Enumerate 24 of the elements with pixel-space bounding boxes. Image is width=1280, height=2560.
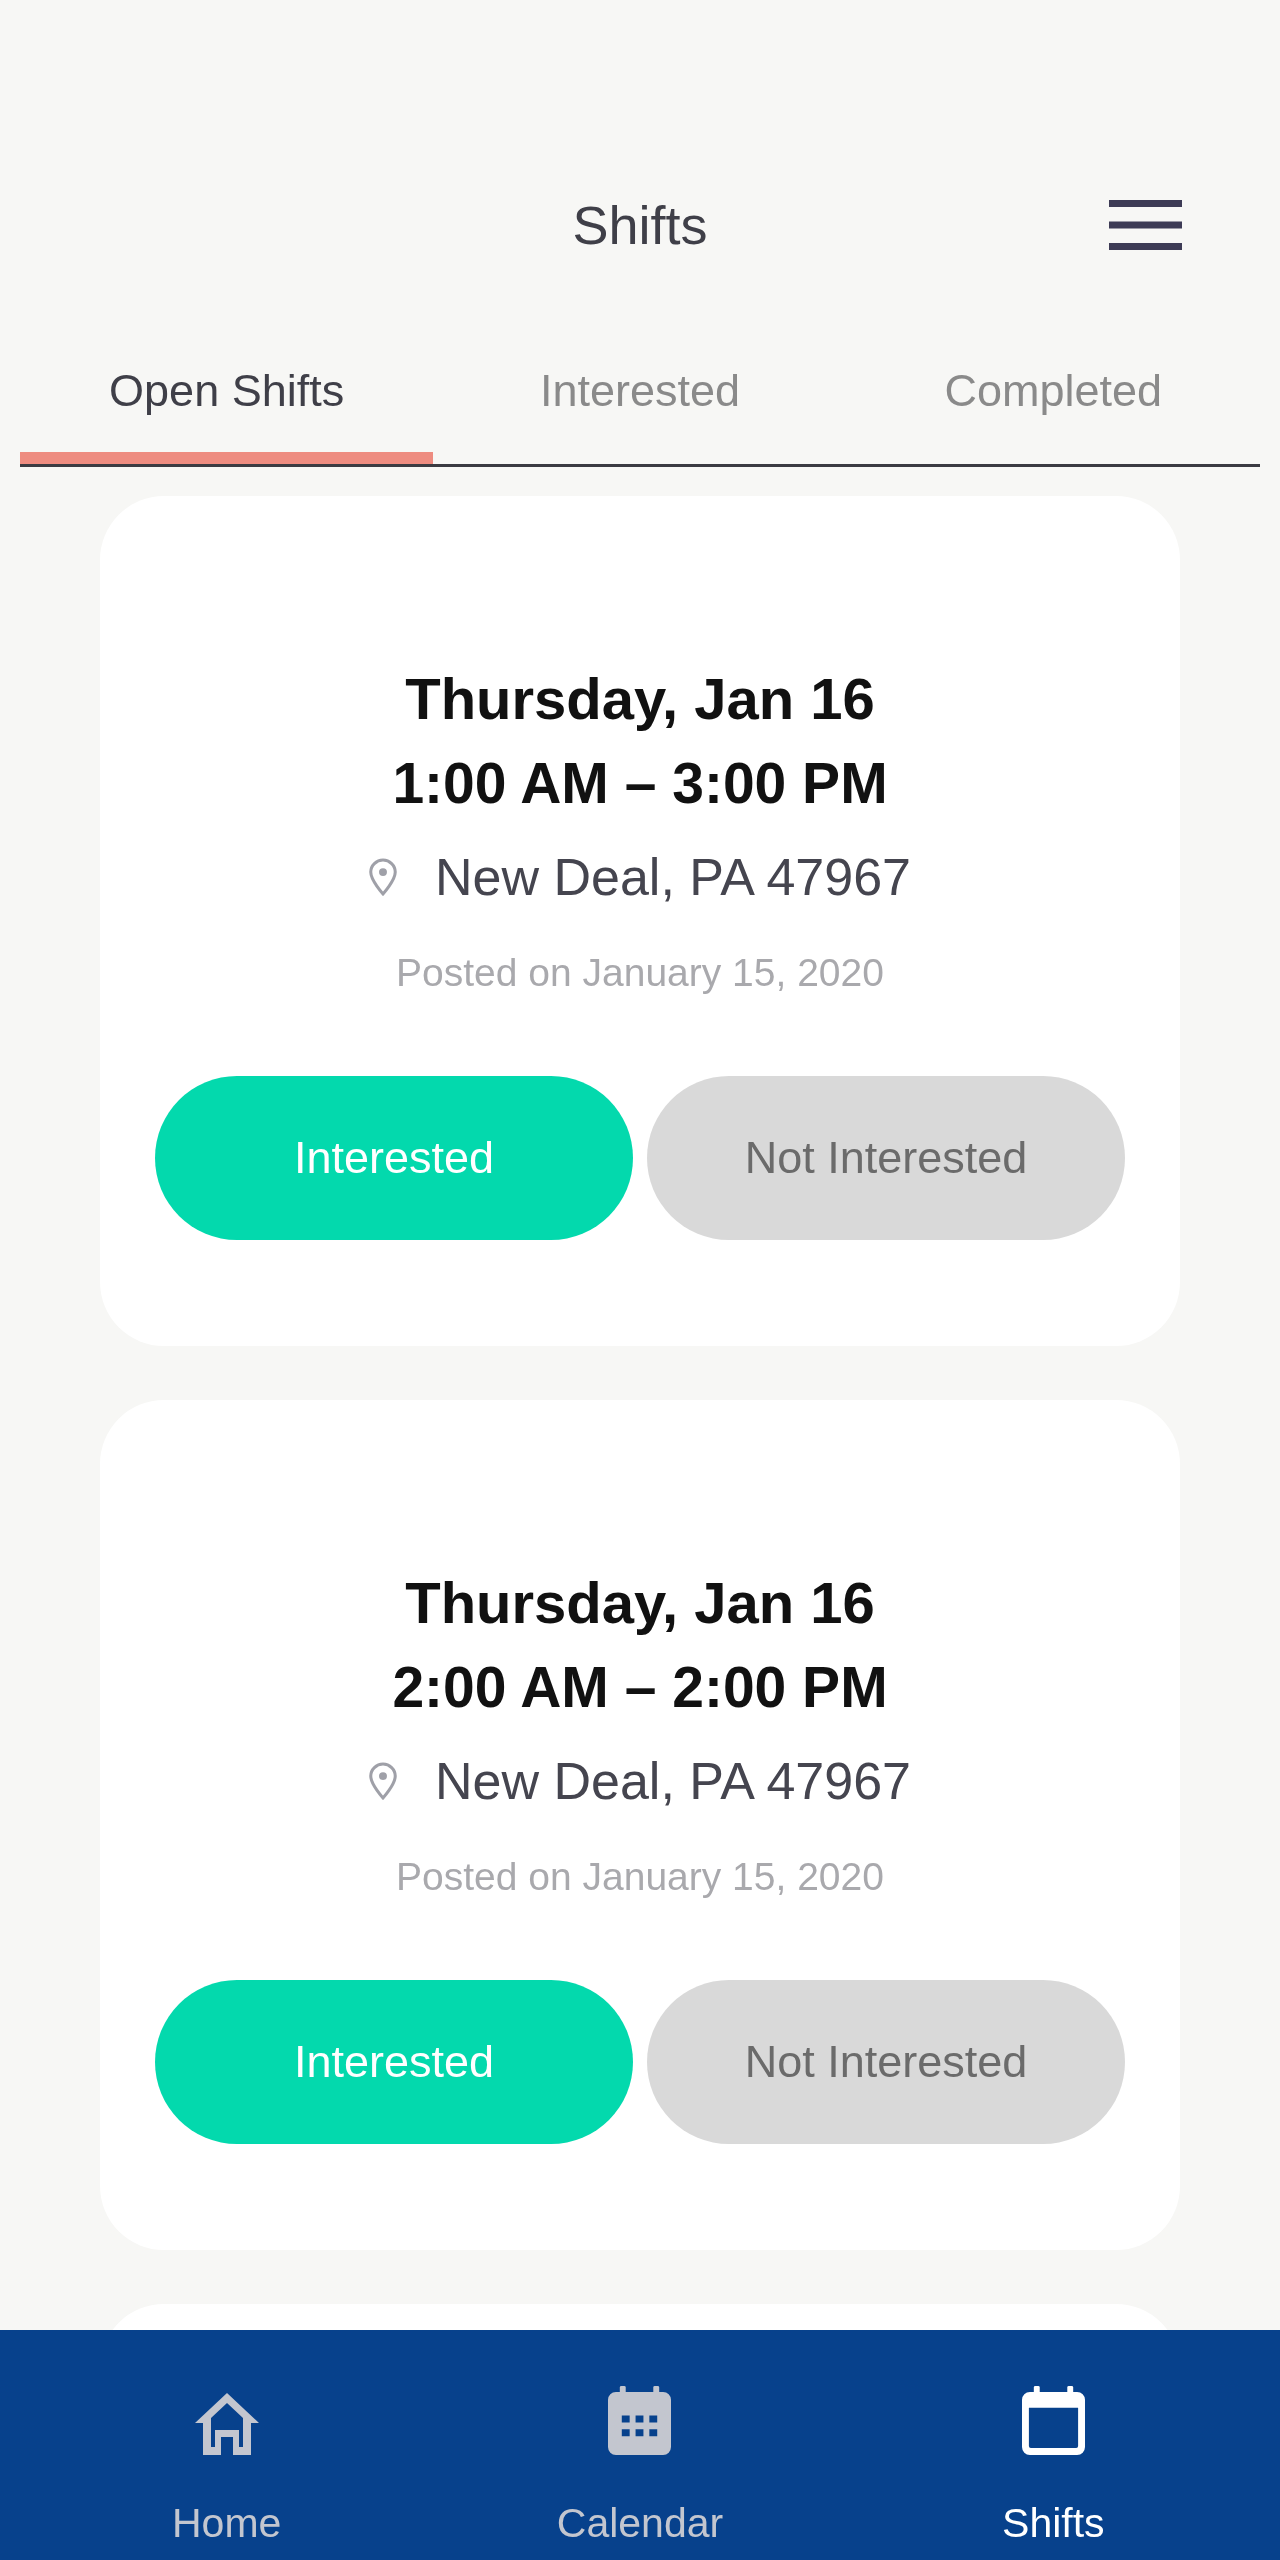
tab[interactable]: Open Shifts [20,330,434,464]
tab[interactable]: Interested [433,330,847,464]
home-icon [194,2393,259,2455]
shift-date: Thursday, Jan 16 [405,1569,875,1637]
nav-item[interactable]: Calendar [556,2386,724,2547]
menu-icon [1109,200,1182,250]
map-pin-icon [369,1762,397,1800]
calendar-icon [608,2386,672,2455]
location-text: New Deal, PA 47967 [435,1751,911,1811]
not-interested-button[interactable]: Not Interested [647,1076,1125,1240]
shift-time: 1:00 AM – 3:00 PM [392,750,888,817]
shift-time: 2:00 AM – 2:00 PM [392,1654,888,1721]
location-text: New Deal, PA 47967 [435,847,911,907]
posted-date: Posted on January 15, 2020 [396,951,884,995]
nav-item[interactable]: Shifts [1002,2386,1105,2547]
menu-button[interactable] [1109,200,1182,250]
not-interested-button[interactable]: Not Interested [647,1980,1125,2144]
page-title: Shifts [572,194,708,256]
map-pin-icon [369,858,397,896]
shift-date: Thursday, Jan 16 [405,665,875,733]
posted-date: Posted on January 15, 2020 [396,1855,884,1899]
calendar-outline-icon [1021,2386,1085,2455]
nav-item[interactable]: Home [171,2386,282,2547]
tab[interactable]: Completed [846,330,1260,464]
